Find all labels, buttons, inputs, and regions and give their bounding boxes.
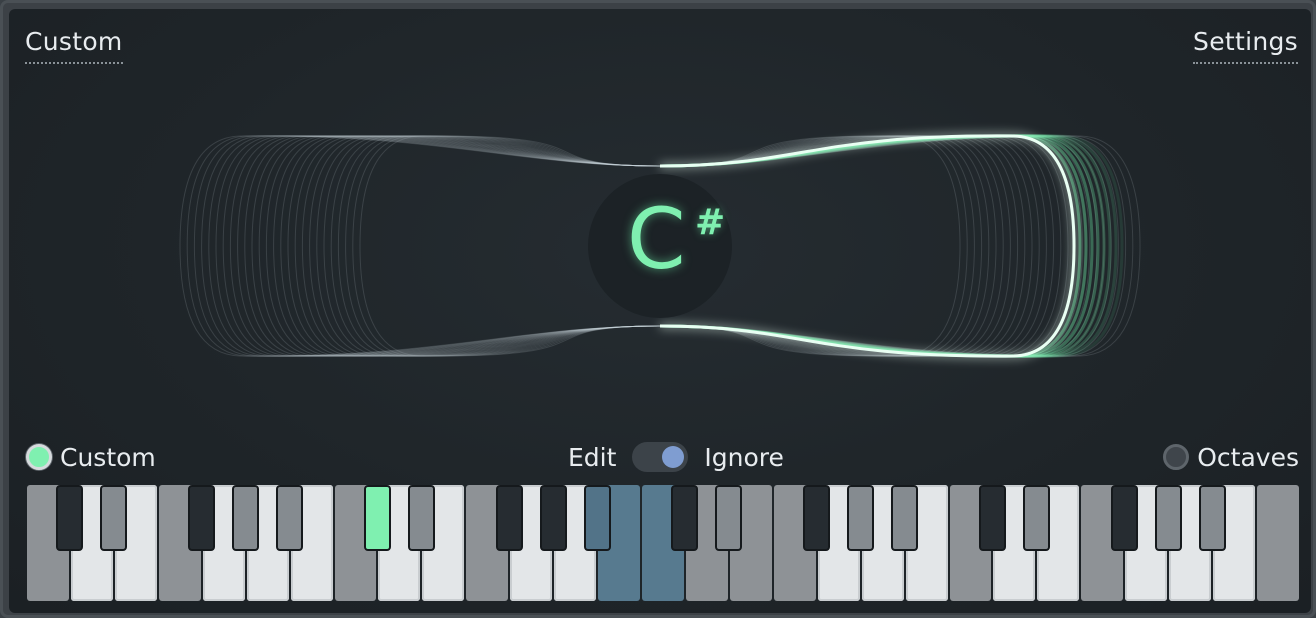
ignore-label: Ignore [704, 442, 784, 472]
toggle-knob [662, 446, 685, 468]
tuner-panel: Custom Settings C # Custom Edit Ignore O… [9, 9, 1311, 613]
black-key[interactable] [978, 485, 1006, 551]
black-key[interactable] [363, 485, 391, 551]
octaves-label: Octaves [1197, 442, 1299, 472]
white-key[interactable] [1257, 485, 1299, 601]
black-key[interactable] [495, 485, 523, 551]
black-key[interactable] [1022, 485, 1050, 551]
edit-ignore-toggle[interactable] [632, 442, 689, 472]
black-key[interactable] [847, 485, 875, 551]
app-frame: Custom Settings C # Custom Edit Ignore O… [0, 0, 1316, 618]
octaves-option[interactable]: Octaves [1163, 439, 1299, 475]
sharp-accidental: # [695, 202, 726, 243]
black-key[interactable] [583, 485, 611, 551]
custom-radio-button[interactable] [26, 444, 52, 470]
black-key[interactable] [1154, 485, 1182, 551]
black-key[interactable] [276, 485, 304, 551]
piano-keyboard [26, 485, 1300, 601]
black-key[interactable] [715, 485, 743, 551]
black-key[interactable] [671, 485, 699, 551]
detected-note: C [627, 190, 686, 288]
octaves-radio-button[interactable] [1163, 444, 1190, 470]
black-key[interactable] [1110, 485, 1138, 551]
black-key[interactable] [232, 485, 260, 551]
custom-radio-label: Custom [60, 442, 156, 472]
black-key[interactable] [1198, 485, 1226, 551]
black-key[interactable] [56, 485, 84, 551]
black-key[interactable] [891, 485, 919, 551]
edit-label: Edit [568, 442, 617, 472]
black-key[interactable] [100, 485, 128, 551]
black-key[interactable] [539, 485, 567, 551]
black-key[interactable] [803, 485, 831, 551]
black-key[interactable] [407, 485, 435, 551]
edit-ignore-control: Edit Ignore [568, 439, 784, 475]
black-key[interactable] [188, 485, 216, 551]
custom-mode-option[interactable]: Custom [26, 439, 156, 475]
